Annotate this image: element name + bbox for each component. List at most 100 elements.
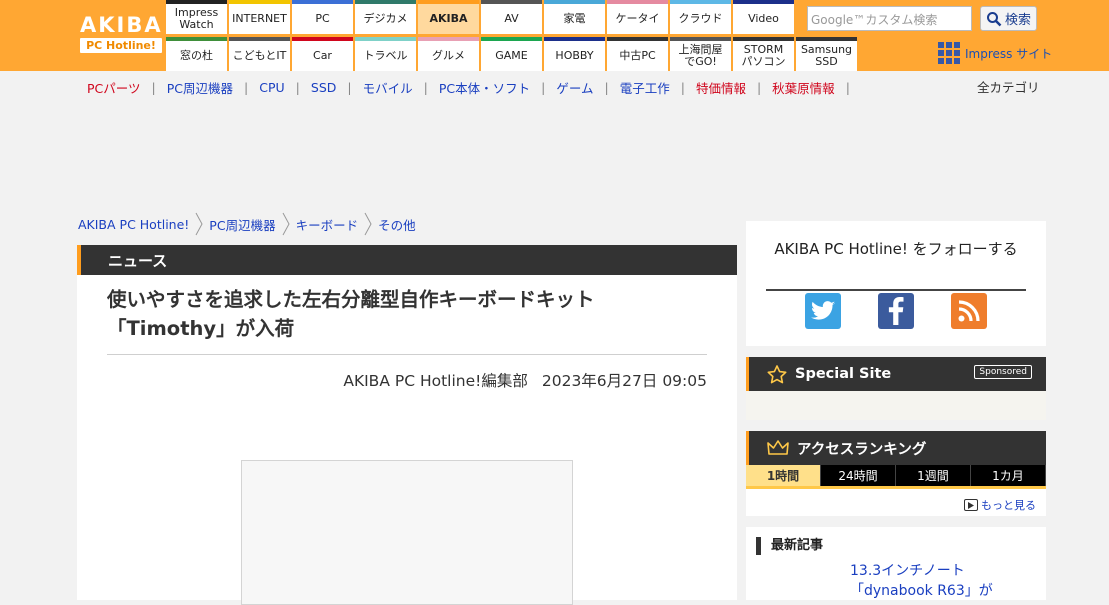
facebook-button[interactable] [878, 293, 914, 329]
network-nav-item-go[interactable]: 上海問屋 でGO! [670, 37, 731, 71]
all-categories-link[interactable]: 全カテゴリ [977, 77, 1040, 96]
network-nav-item-pc[interactable]: 中古PC [607, 37, 668, 71]
chevron-right-icon [195, 212, 203, 236]
network-nav-item-game[interactable]: GAME [481, 37, 542, 71]
logo-text-pc-hotline: PC Hotline! [80, 38, 162, 53]
network-nav-item-akiba[interactable]: AKIBA [418, 0, 479, 34]
article-byline: AKIBA PC Hotline!編集部 2023年6月27日 09:05 [343, 369, 707, 391]
site-logo[interactable]: AKIBA PC Hotline! [80, 14, 162, 56]
network-nav-item-nav_row1-3[interactable]: デジカメ [355, 0, 416, 34]
category-separator: | [423, 80, 428, 95]
latest-articles-title: 最新記事 [756, 537, 823, 555]
ranking-tab-2[interactable]: 1週間 [896, 465, 971, 486]
category-link-4[interactable]: モバイル [363, 78, 413, 97]
network-nav-item-video[interactable]: Video [733, 0, 794, 34]
chevron-right-icon [364, 212, 372, 236]
breadcrumb-item-3[interactable]: その他 [378, 215, 416, 234]
network-nav-item-nav_row1-6[interactable]: 家電 [544, 0, 605, 34]
breadcrumb: AKIBA PC Hotline! PC周辺機器 キーボード その他 [78, 212, 416, 236]
more-link[interactable]: もっと見る [964, 497, 1036, 513]
section-header: ニュース [77, 245, 737, 275]
ranking-header: アクセスランキング [746, 431, 1046, 465]
twitter-icon [811, 301, 835, 320]
network-nav-item-car[interactable]: Car [292, 37, 353, 71]
category-link-7[interactable]: 電子工作 [620, 78, 670, 97]
facebook-icon [888, 297, 904, 325]
network-nav-item-nav_row2-4[interactable]: グルメ [418, 37, 479, 71]
article-author: AKIBA PC Hotline!編集部 [343, 372, 528, 390]
network-nav-item-nav_row2-0[interactable]: 窓の杜 [166, 37, 227, 71]
more-link-label: もっと見る [981, 499, 1036, 512]
special-site-header: Special Site Sponsored [746, 357, 1046, 391]
network-nav-row-1: Impress Watch INTERNET PC デジカメ AKIBA AV 家電 ケータイク… [166, 0, 796, 34]
network-nav-row-2: 窓の杜 こどもとIT Car トラベル グルメ GAME HOBBY 中古PC 上海問屋 でGO!… [166, 37, 859, 71]
article-date: 2023年6月27日 09:05 [541, 372, 707, 390]
play-icon [964, 499, 978, 511]
article-title: 使いやすさを追求した左右分離型自作キーボードキット 「Timothy」が入荷 [107, 285, 707, 343]
ranking-title: アクセスランキング [797, 441, 927, 458]
search-button[interactable]: 検索 [980, 6, 1037, 31]
impress-sites-link[interactable]: Impress サイト [938, 42, 1052, 64]
network-nav-item-pc[interactable]: PC [292, 0, 353, 34]
network-nav-item-internet[interactable]: INTERNET [229, 0, 290, 34]
category-separator: | [680, 80, 685, 95]
network-nav-item-impress-watch[interactable]: Impress Watch [166, 0, 227, 34]
network-nav-item-it[interactable]: こどもとIT [229, 37, 290, 71]
latest-articles: 最新記事 13.3インチノート「dynabook R63」が [746, 527, 1046, 600]
category-separator: | [541, 80, 546, 95]
sponsored-badge: Sponsored [974, 365, 1032, 379]
special-site-body [746, 391, 1046, 420]
search-input[interactable]: Google™カスタム検索 [807, 6, 972, 31]
rss-icon [958, 300, 980, 322]
category-link-3[interactable]: SSD [311, 80, 337, 95]
article-image-placeholder[interactable] [241, 460, 573, 605]
logo-text-akiba: AKIBA [80, 13, 163, 37]
breadcrumb-item-1[interactable]: PC周辺機器 [209, 215, 275, 234]
category-link-1[interactable]: PC周辺機器 [167, 78, 233, 97]
rss-button[interactable] [951, 293, 987, 329]
crown-icon [767, 440, 789, 455]
impress-sites-label: Impress サイト [965, 46, 1053, 61]
network-nav-item-hobby[interactable]: HOBBY [544, 37, 605, 71]
category-separator: | [151, 80, 156, 95]
latest-article-link[interactable]: 13.3インチノート「dynabook R63」が [850, 561, 1010, 601]
category-link-0[interactable]: PCパーツ [87, 78, 141, 97]
category-link-9[interactable]: 秋葉原情報 [772, 78, 835, 97]
follow-box: AKIBA PC Hotline! をフォローする [746, 221, 1046, 346]
category-link-2[interactable]: CPU [259, 80, 284, 95]
ranking-tab-1[interactable]: 24時間 [821, 465, 896, 486]
ranking-tabs: 1時間 24時間 1週間 1カ月 [746, 465, 1046, 486]
network-nav-item-nav_row2-3[interactable]: トラベル [355, 37, 416, 71]
category-nav: PCパーツ | PC周辺機器 | CPU | SSD | モバイル | PC本体・ソフト | ゲーム | 電… [87, 78, 861, 97]
network-nav-item-samsung-ssd[interactable]: Samsung SSD [796, 37, 857, 71]
article-main: ニュース 使いやすさを追求した左右分離型自作キーボードキット 「Timothy」… [77, 245, 737, 605]
network-nav-item-av[interactable]: AV [481, 0, 542, 34]
category-separator: | [756, 80, 762, 95]
network-nav-item-storm[interactable]: STORM パソコン [733, 37, 794, 71]
breadcrumb-item-0[interactable]: AKIBA PC Hotline! [78, 217, 189, 232]
network-nav-item-nav_row1-7[interactable]: ケータイ [607, 0, 668, 34]
follow-title: AKIBA PC Hotline! をフォローする [766, 241, 1026, 291]
category-separator: | [845, 80, 850, 95]
ranking-tab-0[interactable]: 1時間 [746, 465, 821, 486]
category-link-6[interactable]: ゲーム [556, 78, 593, 97]
category-link-8[interactable]: 特価情報 [696, 78, 746, 97]
section-title: ニュース [108, 252, 168, 270]
ranking-body: もっと見る [746, 489, 1046, 516]
site-header: AKIBA PC Hotline! Impress Watch INTERNET PC… [0, 0, 1109, 71]
category-separator: | [295, 80, 300, 95]
title-divider [107, 354, 707, 355]
article-title-line1: 使いやすさを追求した左右分離型自作キーボードキット [107, 288, 595, 311]
search-button-label: 検索 [1004, 13, 1031, 28]
category-separator: | [347, 80, 352, 95]
network-nav-item-nav_row1-8[interactable]: クラウド [670, 0, 731, 34]
ranking-tab-3[interactable]: 1カ月 [971, 465, 1046, 486]
category-separator: | [244, 80, 249, 95]
twitter-button[interactable] [805, 293, 841, 329]
search-icon [986, 11, 1002, 26]
article-title-line2: 「Timothy」が入荷 [107, 317, 295, 340]
star-icon [767, 364, 787, 383]
grid-icon [938, 42, 960, 64]
breadcrumb-item-2[interactable]: キーボード [296, 215, 359, 234]
category-link-5[interactable]: PC本体・ソフト [439, 78, 530, 97]
